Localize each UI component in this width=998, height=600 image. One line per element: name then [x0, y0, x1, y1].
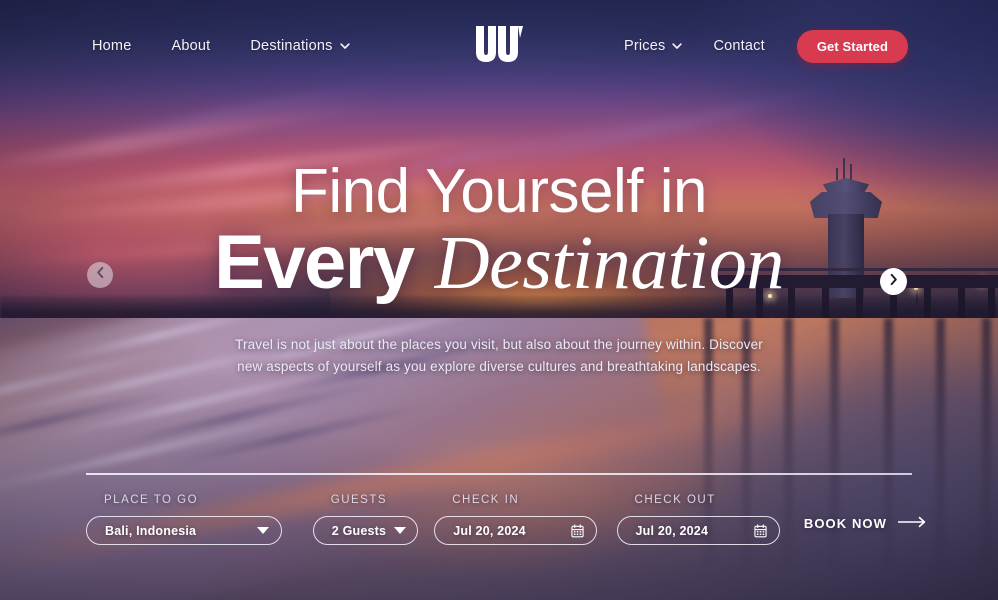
field-label: CHECK IN [452, 494, 520, 506]
nav-label: Destinations [250, 38, 333, 54]
headline-line-2: Every Destination [0, 225, 998, 302]
carousel-prev-button[interactable] [87, 262, 113, 288]
book-now-button[interactable]: BOOK NOW [804, 516, 928, 531]
nav-item-contact[interactable]: Contact [713, 38, 764, 54]
booking-bar: PLACE TO GO Bali, Indonesia GUESTS 2 Gue… [86, 494, 928, 554]
book-now-label: BOOK NOW [803, 516, 888, 531]
get-started-button[interactable]: Get Started [796, 29, 908, 63]
hero-headline: Find Yourself in Every Destination [0, 160, 998, 301]
check-in-value: Jul 20, 2024 [453, 523, 526, 538]
field-guests: GUESTS 2 Guests [312, 494, 418, 545]
guests-select[interactable]: 2 Guests [312, 516, 418, 545]
field-label: GUESTS [330, 494, 388, 506]
nav-item-destinations[interactable]: Destinations [250, 38, 350, 54]
guests-value: 2 Guests [331, 523, 387, 538]
nav-item-prices[interactable]: Prices [623, 38, 683, 54]
primary-nav-left: Home About Destinations [92, 38, 350, 54]
chevron-down-icon [339, 41, 350, 50]
calendar-icon[interactable] [753, 523, 767, 538]
nav-label: Contact [713, 38, 765, 54]
chevron-down-icon [394, 527, 407, 534]
nav-item-about[interactable]: About [171, 38, 210, 54]
headline-bold-word: Every [214, 220, 415, 306]
check-out-date-input[interactable]: Jul 20, 2024 [616, 516, 780, 545]
field-label: PLACE TO GO [104, 494, 199, 506]
chevron-left-icon [94, 266, 107, 284]
check-in-date-input[interactable]: Jul 20, 2024 [434, 516, 598, 545]
chevron-down-icon [672, 41, 683, 50]
hero-subtitle: Travel is not just about the places you … [235, 337, 763, 374]
primary-nav-right: Prices Contact Get Started [623, 29, 908, 63]
nav-item-home[interactable]: Home [92, 38, 131, 54]
hero-section: Home About Destinations Prices Contact G… [0, 0, 998, 600]
w-logo[interactable] [473, 22, 525, 66]
arrow-right-icon [897, 516, 928, 531]
nav-label: Home [92, 38, 132, 54]
booking-divider [86, 473, 912, 475]
place-to-go-select[interactable]: Bali, Indonesia [86, 516, 282, 545]
place-to-go-value: Bali, Indonesia [105, 523, 197, 538]
chevron-right-icon [887, 273, 900, 291]
field-place-to-go: PLACE TO GO Bali, Indonesia [86, 494, 282, 545]
field-check-in: CHECK IN Jul 20, 2024 [434, 494, 598, 545]
calendar-icon[interactable] [571, 523, 584, 538]
field-label: CHECK OUT [634, 494, 716, 506]
check-out-value: Jul 20, 2024 [635, 523, 709, 538]
headline-line-1: Find Yourself in [291, 157, 707, 226]
headline-italic-word: Destination [434, 221, 785, 306]
field-submit: BOOK NOW [804, 494, 928, 531]
nav-label: Prices [623, 38, 666, 54]
chevron-down-icon [257, 527, 269, 534]
nav-label: About [171, 38, 211, 54]
field-check-out: CHECK OUT Jul 20, 2024 [616, 494, 780, 545]
carousel-next-button[interactable] [880, 268, 907, 295]
